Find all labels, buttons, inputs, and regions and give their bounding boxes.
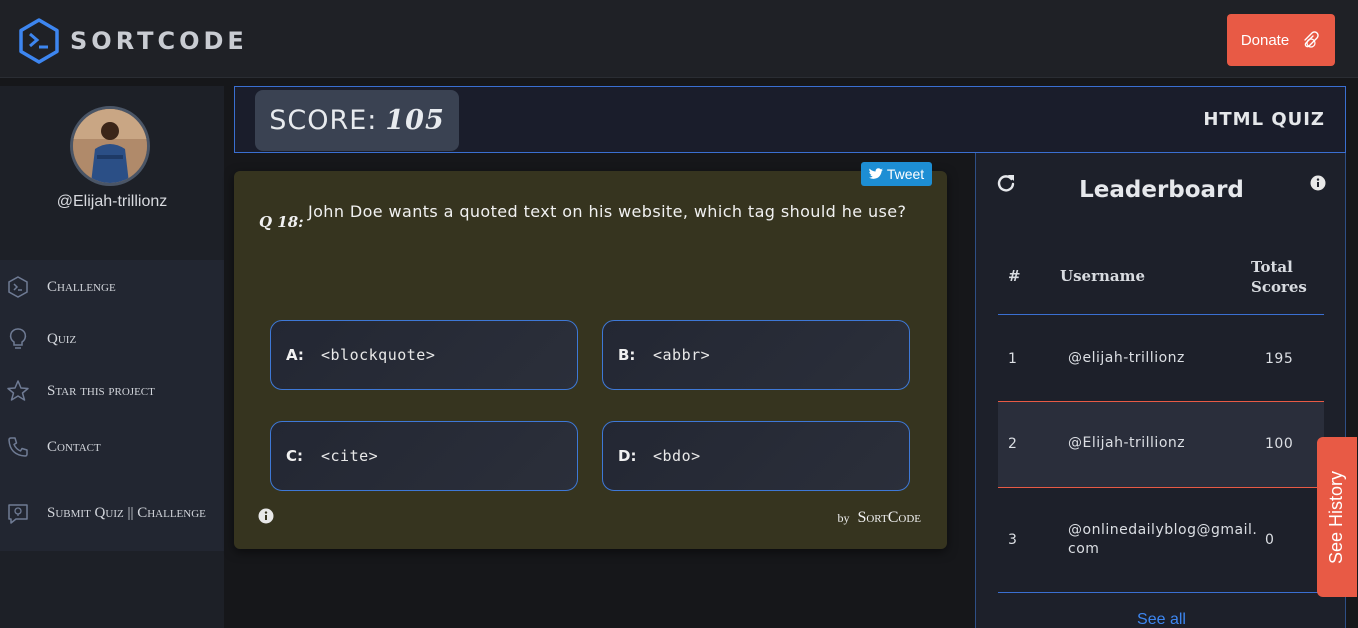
sidebar-item-star-project[interactable]: Star this project: [0, 378, 224, 404]
score-value: 105: [385, 105, 445, 136]
sidebar-item-contact[interactable]: Contact: [0, 434, 224, 460]
by-label: by: [837, 511, 850, 525]
row-score: 100: [1265, 436, 1294, 452]
row-rank: 1: [1008, 351, 1018, 367]
row-score: 195: [1265, 351, 1294, 367]
question-card: Tweet Q 18: John Doe wants a quoted text…: [234, 162, 947, 549]
score-label: SCORE:: [269, 105, 378, 136]
brand-name: SORTCODE: [70, 27, 248, 55]
sidebar-item-label: Challenge: [47, 279, 116, 295]
column-total-scores: Total Scores: [1251, 258, 1307, 296]
terminal-hex-icon: [8, 276, 28, 298]
see-all-link[interactable]: See all: [976, 611, 1347, 628]
leaderboard-header: # Username Total Scores: [998, 253, 1324, 315]
leaderboard-row[interactable]: 1 @elijah-trillionz 195: [998, 316, 1324, 402]
star-icon: [7, 380, 29, 401]
top-bar: SORTCODE Donate: [0, 0, 1358, 78]
option-key: C:: [286, 447, 304, 465]
terminal-hex-logo-icon: [19, 18, 59, 64]
option-c[interactable]: C: <cite>: [270, 421, 578, 491]
row-username: @onlinedailyblog@gmail.com: [1068, 522, 1258, 557]
avatar-photo: [73, 109, 147, 183]
option-value: <blockquote>: [321, 346, 436, 364]
divider: [998, 592, 1324, 593]
sidebar-item-challenge[interactable]: Challenge: [0, 274, 224, 300]
profile-username: @Elijah-trillionz: [56, 193, 168, 210]
phone-icon: [8, 437, 28, 457]
see-history-label: See History: [1326, 470, 1347, 564]
row-rank: 2: [1008, 436, 1018, 452]
question-number: Q 18:: [259, 213, 304, 231]
leaderboard-row-current-user[interactable]: 2 @Elijah-trillionz 100: [998, 401, 1324, 488]
credit-brand: SortCode: [857, 509, 921, 526]
sidebar-item-quiz[interactable]: Quiz: [0, 326, 224, 352]
credit-byline: by SortCode: [837, 509, 921, 527]
option-key: B:: [618, 346, 636, 364]
score-bar: SCORE: 105 HTML QUIZ: [234, 86, 1346, 153]
option-value: <cite>: [321, 447, 379, 465]
option-key: A:: [286, 346, 304, 364]
option-a[interactable]: A: <blockquote>: [270, 320, 578, 390]
row-username: @elijah-trillionz: [1068, 350, 1185, 366]
leaderboard-row[interactable]: 3 @onlinedailyblog@gmail.com 0: [998, 488, 1324, 592]
paperclip-icon: [1304, 31, 1319, 48]
question-text: John Doe wants a quoted text on his webs…: [308, 202, 907, 221]
sidebar-item-submit[interactable]: Submit Quiz || Challenge: [0, 490, 224, 536]
score-display: SCORE: 105: [255, 90, 459, 151]
option-b[interactable]: B: <abbr>: [602, 320, 910, 390]
sidebar-menu: Challenge Quiz Star this project Contact: [0, 260, 224, 551]
column-rank: #: [1008, 267, 1021, 285]
option-d[interactable]: D: <bdo>: [602, 421, 910, 491]
donate-button[interactable]: Donate: [1227, 14, 1335, 66]
lightbulb-icon: [9, 328, 27, 349]
column-username: Username: [1060, 267, 1146, 285]
donate-label: Donate: [1240, 31, 1290, 49]
tweet-button[interactable]: Tweet: [861, 162, 932, 186]
sidebar-item-label: Submit Quiz || Challenge: [47, 505, 206, 521]
row-score: 0: [1265, 532, 1275, 548]
option-key: D:: [618, 447, 637, 465]
twitter-bird-icon: [868, 168, 883, 179]
logo[interactable]: SORTCODE: [18, 18, 248, 64]
info-icon[interactable]: [1310, 175, 1326, 191]
row-rank: 3: [1008, 532, 1018, 548]
avatar[interactable]: [70, 106, 150, 186]
leaderboard-panel: Leaderboard # Username Total Scores 1 @e…: [975, 153, 1346, 628]
row-username: @Elijah-trillionz: [1068, 435, 1186, 451]
leaderboard-title: Leaderboard: [1079, 177, 1244, 203]
info-icon[interactable]: [258, 508, 274, 524]
tweet-label: Tweet: [886, 166, 925, 182]
sidebar-item-label: Star this project: [47, 383, 155, 399]
option-value: <bdo>: [653, 447, 701, 465]
sidebar-item-label: Contact: [47, 439, 101, 455]
sidebar: @Elijah-trillionz Challenge Quiz Star th…: [0, 86, 224, 628]
quiz-title: HTML QUIZ: [1203, 109, 1325, 130]
idea-bubble-icon: [8, 504, 28, 524]
sidebar-item-label: Quiz: [47, 331, 77, 347]
see-history-button[interactable]: See History: [1317, 437, 1357, 597]
option-value: <abbr>: [653, 346, 711, 364]
